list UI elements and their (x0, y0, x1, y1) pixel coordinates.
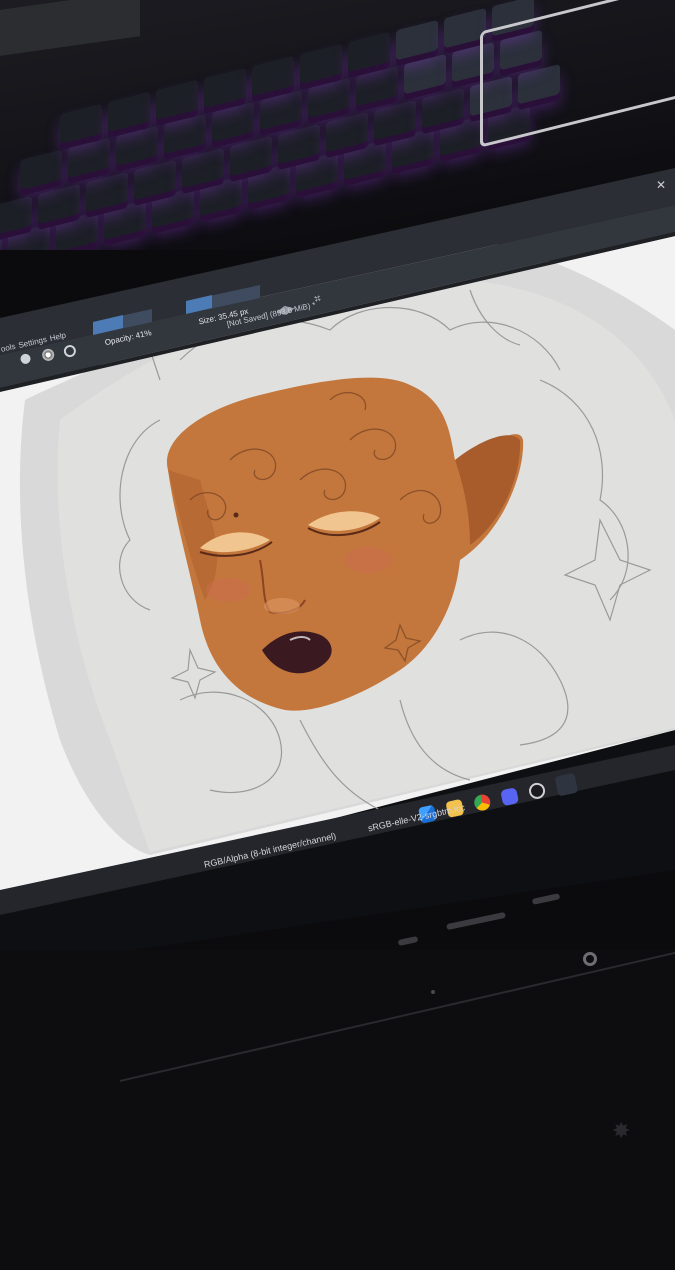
brush-preset-icon[interactable] (41, 347, 56, 363)
beauty-mark (233, 512, 239, 518)
power-button[interactable] (583, 952, 597, 966)
photo-scene: ools Settings Help Opacity: 41% Size: 35… (0, 0, 675, 1270)
sensor-dot (431, 990, 435, 994)
nose-highlight (264, 598, 300, 614)
reload-icon[interactable] (62, 343, 78, 359)
close-icon[interactable]: ✕ (656, 178, 666, 192)
left-blush (206, 578, 250, 602)
monitor-lower-bezel (0, 950, 675, 1270)
star-sticker-icon: ✸ (612, 1118, 631, 1143)
eraser-icon[interactable] (19, 352, 32, 365)
right-blush (344, 547, 392, 573)
menu-tools[interactable]: ools (0, 342, 16, 354)
menu-help[interactable]: Help (49, 331, 67, 343)
